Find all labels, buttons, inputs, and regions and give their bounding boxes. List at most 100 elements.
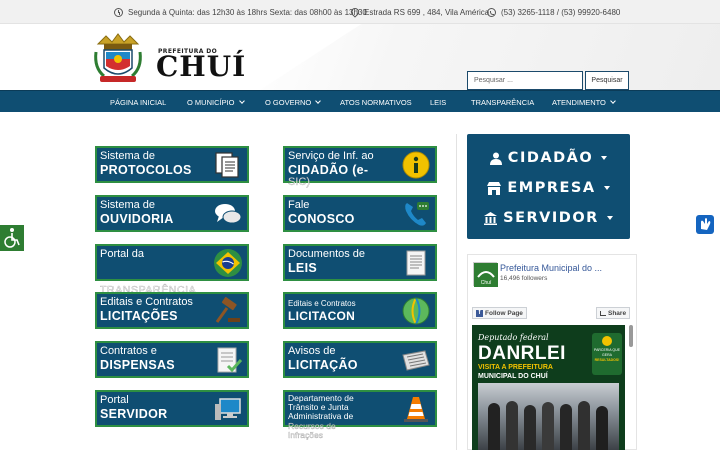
document-icon: [406, 250, 426, 276]
tile-overflow-text: SIC): [288, 176, 310, 188]
tile-avisos-licitacao[interactable]: Avisos de LICITAÇÃO: [283, 341, 437, 378]
tile-overflow-text-2: Infrações: [288, 430, 323, 440]
person-silhouette: [560, 404, 572, 450]
person-silhouette: [524, 405, 536, 450]
nav-o-municipio[interactable]: O MUNICÍPIO: [187, 91, 245, 113]
tile-protocolos[interactable]: Sistema de PROTOCOLOS: [95, 146, 249, 183]
nav-label: ATOS NORMATIVOS: [340, 97, 412, 107]
page-logo-icon: Chuí: [474, 263, 498, 287]
nav-label: O GOVERNO: [265, 97, 312, 107]
map-pin-icon: [349, 6, 361, 18]
nav-o-governo[interactable]: O GOVERNO: [265, 91, 322, 113]
person-icon: [489, 152, 502, 165]
menu-label: EMPRESA: [507, 180, 596, 196]
sign-language-button[interactable]: [696, 215, 714, 234]
address-text: Estrada RS 699 , 484, Vila América: [364, 7, 490, 17]
fb-page-name[interactable]: Prefeitura Municipal do ...: [500, 263, 602, 273]
nav-label: O MUNICÍPIO: [187, 97, 235, 107]
tile-line2: DISPENSAS: [100, 358, 175, 372]
accessibility-button[interactable]: [0, 225, 24, 251]
share-label: Share: [608, 309, 627, 317]
share-button[interactable]: Share: [596, 307, 631, 319]
hours-info: Segunda à Quinta: das 12h30 às 18hrs Sex…: [114, 0, 367, 24]
tile-e-sic[interactable]: Serviço de Inf. ao CIDADÃO (e- SIC): [283, 146, 437, 188]
menu-empresa[interactable]: EMPRESA: [467, 174, 630, 202]
documents-icon: [215, 152, 239, 178]
tile-leis[interactable]: Documentos de LEIS: [283, 244, 437, 281]
tile-portal-servidor[interactable]: Portal SERVIDOR: [95, 390, 249, 427]
newspaper-icon: [402, 350, 430, 371]
tile-transparencia[interactable]: Portal da TRANSPARÊNCIA: [95, 244, 249, 296]
tile-line1: Serviço de Inf. ao: [288, 150, 374, 162]
chevron-down-icon: [238, 98, 245, 104]
tile-line2: LICITAÇÕES: [100, 309, 178, 323]
post-line2: DANRLEI: [478, 343, 566, 364]
menu-label: SERVIDOR: [503, 210, 599, 226]
hands-icon: [701, 218, 711, 230]
post-line1: Deputado federal: [478, 333, 549, 342]
site-logo[interactable]: PREFEITURA DO CHUÍ: [92, 30, 252, 86]
tile-line2: LEIS: [288, 261, 317, 275]
page: Segunda à Quinta: das 12h30 às 18hrs Sex…: [0, 0, 720, 450]
nav-transparencia[interactable]: TRANSPARÊNCIA: [471, 91, 534, 113]
tile-line1: Sistema de: [100, 150, 156, 162]
tile-ouvidoria[interactable]: Sistema de OUVIDORIA: [95, 195, 249, 232]
phone-icon: [405, 202, 429, 226]
menu-cidadao[interactable]: CIDADÃO: [467, 144, 630, 172]
tile-licitacon[interactable]: Editais e Contratos LICITACON: [283, 292, 437, 329]
tile-line2: LICITACON: [288, 309, 356, 323]
follow-label: Follow Page: [485, 309, 523, 317]
nav-atendimento[interactable]: ATENDIMENTO: [552, 91, 616, 113]
speech-bubbles-icon: [215, 204, 242, 224]
phone-info: (53) 3265-1118 / (53) 99920-6480: [487, 0, 620, 24]
tile-line1: Contratos e: [100, 345, 157, 357]
tile-line1: Editais e Contratos: [100, 296, 193, 308]
tile-line2: SERVIDOR: [100, 407, 168, 421]
tile-licitacoes[interactable]: Editais e Contratos LICITAÇÕES: [95, 292, 249, 329]
tile-dispensas[interactable]: Contratos e DISPENSAS: [95, 341, 249, 378]
nav-label: TRANSPARÊNCIA: [471, 97, 535, 107]
traffic-cone-icon: [404, 397, 428, 422]
badge-line3: RESULTADOS!: [594, 358, 620, 362]
profile-menu: CIDADÃO EMPRESA SERVIDOR: [467, 134, 630, 239]
badge-emblem-icon: [602, 336, 612, 346]
post-photo: [478, 383, 619, 450]
page-avatar[interactable]: Chuí: [473, 262, 498, 287]
info-icon: [402, 151, 430, 179]
tile-line2: OUVIDORIA: [100, 212, 174, 226]
tile-line2: CONOSCO: [288, 212, 355, 226]
post-line3: VISITA A PREFEITURA: [478, 364, 553, 371]
computer-icon: [215, 398, 241, 420]
nav-pagina-inicial[interactable]: PÁGINA INICIAL: [110, 91, 166, 113]
search-input[interactable]: [467, 71, 583, 90]
person-silhouette: [488, 403, 500, 450]
tile-line1: Sistema de: [100, 199, 156, 211]
header: PREFEITURA DO CHUÍ Pesquisar: [0, 24, 720, 90]
wheelchair-icon: [4, 228, 20, 248]
fb-post-image[interactable]: Deputado federal DANRLEI VISITA A PREFEI…: [472, 325, 625, 450]
tile-line2: PROTOCOLOS: [100, 163, 192, 177]
nav-label: ATENDIMENTO: [552, 97, 606, 107]
menu-label: CIDADÃO: [507, 150, 594, 166]
caret-down-icon: [606, 216, 613, 220]
address-info: Estrada RS 699 , 484, Vila América: [349, 0, 490, 24]
nav-atos-normativos[interactable]: ATOS NORMATIVOS: [340, 91, 412, 113]
follow-page-button[interactable]: f Follow Page: [472, 307, 527, 319]
person-silhouette: [578, 401, 590, 450]
share-icon: [600, 310, 606, 316]
store-icon: [487, 181, 502, 195]
top-info-bar: Segunda à Quinta: das 12h30 às 18hrs Sex…: [0, 0, 720, 24]
tile-fale-conosco[interactable]: Fale CONOSCO: [283, 195, 437, 232]
nav-leis[interactable]: LEIS: [430, 91, 446, 113]
menu-servidor[interactable]: SERVIDOR: [467, 204, 630, 232]
tile-line2: LICITAÇÃO: [288, 358, 358, 372]
tile-transito-jari[interactable]: Departamento de Trânsito e Junta Adminis…: [283, 390, 437, 440]
tile-line1: Avisos de: [288, 345, 336, 357]
search-button[interactable]: Pesquisar: [585, 71, 629, 90]
nav-label: LEIS: [430, 97, 447, 107]
person-silhouette: [596, 406, 608, 450]
logo-title: CHUÍ: [156, 50, 247, 83]
fb-scrollbar[interactable]: [629, 325, 633, 347]
facebook-icon: f: [476, 309, 483, 317]
chevron-down-icon: [315, 98, 322, 104]
